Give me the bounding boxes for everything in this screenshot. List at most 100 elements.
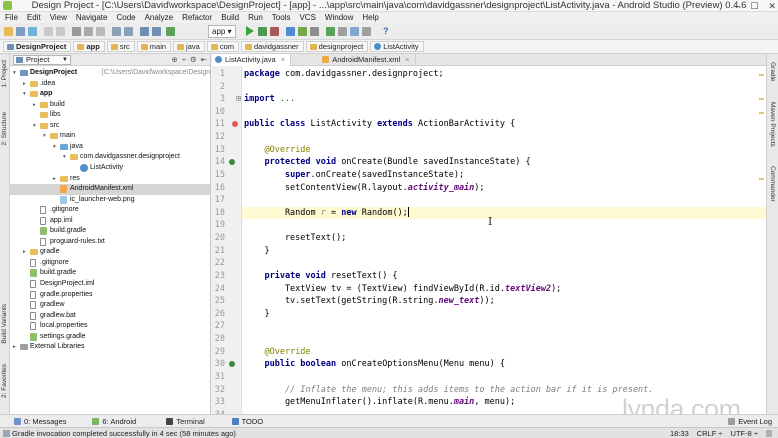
expanded-arrow-icon[interactable]: ▾ [23, 89, 29, 100]
tree-node[interactable]: ▾ main [10, 131, 210, 142]
code-line[interactable]: tv.setText(getString(R.string.new_text))… [244, 295, 495, 308]
code-line[interactable]: protected void onCreate(Bundle savedInst… [244, 156, 530, 169]
file-encoding[interactable]: UTF-8 ÷ [731, 428, 758, 438]
tree-node[interactable]: ▾ com.davidgassner.designproject [10, 152, 210, 163]
collapsed-arrow-icon[interactable]: ▸ [23, 247, 29, 258]
tree-node[interactable]: ListActivity [10, 163, 210, 174]
tree-node[interactable]: ▸ gradle [10, 247, 210, 258]
collapsed-arrow-icon[interactable]: ▸ [23, 79, 29, 90]
menu-code[interactable]: Code [116, 12, 135, 23]
close-button[interactable]: ✕ [768, 0, 776, 12]
breadcrumb-item-java[interactable]: java [173, 41, 205, 52]
code-area[interactable]: 1 package com.davidgassner.designproject;… [212, 66, 766, 414]
tree-node[interactable]: DesignProject.iml [10, 279, 210, 290]
redo-icon[interactable] [56, 27, 65, 36]
collapse-icon[interactable]: ÷ [182, 55, 186, 64]
tree-node[interactable]: ▸ .idea [10, 79, 210, 90]
device-icon[interactable] [350, 27, 359, 36]
code-line[interactable]: public boolean onCreateOptionsMenu(Menu … [244, 358, 505, 371]
run-icon[interactable] [246, 26, 254, 36]
code-line[interactable]: // Inflate the menu; this adds items to … [244, 384, 653, 397]
settings-icon[interactable] [362, 27, 371, 36]
tree-node[interactable]: ▾ src [10, 121, 210, 132]
line-separator[interactable]: CRLF ÷ [697, 428, 723, 438]
menu-analyze[interactable]: Analyze [145, 12, 173, 23]
tree-node[interactable]: ▸ build [10, 100, 210, 111]
gear-icon[interactable]: ⚙ [190, 55, 197, 64]
editor-tab-androidmanifest-xml[interactable]: AndroidManifest.xml × [319, 54, 416, 66]
tree-node[interactable]: ▾ DesignProject (C:\Users\David\workspace… [10, 68, 210, 79]
sdk-manager-icon[interactable] [286, 27, 295, 36]
monitor-icon[interactable] [338, 27, 347, 36]
menu-view[interactable]: View [50, 12, 67, 23]
tree-node[interactable]: local.properties [10, 321, 210, 332]
favorites-tool-tab[interactable]: 2: Favorites [1, 364, 8, 398]
breadcrumb-item-designproject[interactable]: DesignProject [3, 41, 72, 52]
collapsed-arrow-icon[interactable]: ▸ [13, 342, 19, 353]
locate-icon[interactable]: ⊕ [172, 55, 178, 64]
sync-icon[interactable] [28, 27, 37, 36]
tree-node[interactable]: settings.gradle [10, 332, 210, 343]
tree-node[interactable]: ▾ java [10, 142, 210, 153]
back-icon[interactable] [140, 27, 149, 36]
tree-node[interactable]: gradlew.bat [10, 311, 210, 322]
override-marker-icon[interactable] [229, 159, 235, 166]
replace-icon[interactable] [124, 27, 133, 36]
copy-icon[interactable] [84, 27, 93, 36]
avd-manager-icon[interactable] [298, 27, 307, 36]
build-variants-tool-tab[interactable]: Build Variants [1, 304, 8, 344]
menu-build[interactable]: Build [221, 12, 239, 23]
code-line[interactable]: private void resetText() { [244, 270, 397, 283]
lock-icon[interactable] [766, 430, 772, 437]
project-view-selector[interactable]: Project ▼ [13, 55, 71, 65]
caret-position[interactable]: 18:33 [670, 428, 689, 438]
code-line[interactable]: } [244, 245, 269, 258]
maven-projects-tool-tab[interactable]: Maven Projects [769, 102, 776, 147]
menu-navigate[interactable]: Navigate [76, 12, 108, 23]
breadcrumb-item-main[interactable]: main [136, 41, 172, 52]
error-stripe[interactable] [759, 68, 764, 408]
code-line[interactable]: resetText(); [244, 232, 346, 245]
breadcrumb-item-davidgassner[interactable]: davidgassner [240, 41, 304, 52]
code-line[interactable]: TextView tv = (TextView) findViewById(R.… [244, 283, 561, 296]
override-marker-icon[interactable] [229, 361, 235, 368]
stop-icon[interactable] [270, 27, 279, 36]
code-line[interactable]: super.onCreate(savedInstanceState); [244, 169, 464, 182]
menu-file[interactable]: File [5, 12, 18, 23]
forward-icon[interactable] [152, 27, 161, 36]
paste-icon[interactable] [96, 27, 105, 36]
tree-node[interactable]: gradlew [10, 300, 210, 311]
menu-refactor[interactable]: Refactor [182, 12, 212, 23]
project-structure-icon[interactable] [310, 27, 319, 36]
menu-edit[interactable]: Edit [27, 12, 41, 23]
code-line[interactable]: @Override [244, 144, 310, 157]
code-line[interactable]: package com.davidgassner.designproject; [244, 68, 444, 81]
tree-node[interactable]: app.iml [10, 216, 210, 227]
tree-node-selected[interactable]: AndroidManifest.xml [10, 184, 210, 195]
code-line[interactable]: import ... ⊞ [236, 93, 295, 106]
cut-icon[interactable] [72, 27, 81, 36]
save-icon[interactable] [16, 27, 25, 36]
gradle-sync-icon[interactable] [326, 27, 335, 36]
menu-vcs[interactable]: VCS [299, 12, 315, 23]
commander-tool-tab[interactable]: Commander [769, 166, 776, 202]
undo-icon[interactable] [44, 27, 53, 36]
maximize-button[interactable]: ☐ [750, 0, 758, 12]
collapsed-arrow-icon[interactable]: ▸ [53, 174, 59, 185]
tree-node[interactable]: gradle.properties [10, 290, 210, 301]
expanded-arrow-icon[interactable]: ▾ [53, 142, 59, 153]
close-tab-icon[interactable]: × [405, 55, 409, 64]
tree-node[interactable]: proguard-rules.txt [10, 237, 210, 248]
breadcrumb-item-listactivity[interactable]: ListActivity [370, 41, 424, 52]
code-line[interactable]: setContentView(R.layout.activity_main); [244, 182, 485, 195]
tree-node[interactable]: ▸ res [10, 174, 210, 185]
breadcrumb-item-app[interactable]: app [73, 41, 105, 52]
debug-icon[interactable] [258, 27, 267, 36]
expanded-arrow-icon[interactable]: ▾ [13, 68, 19, 79]
tree-node[interactable]: ▸ External Libraries [10, 342, 210, 353]
project-tool-tab[interactable]: 1: Project [1, 60, 8, 87]
code-line[interactable]: Random r = new Random(); [244, 207, 409, 220]
code-line[interactable]: } [244, 308, 269, 321]
editor-tab-listactivity-java[interactable]: ListActivity.java × [212, 54, 292, 66]
tree-node[interactable]: ic_launcher-web.png [10, 195, 210, 206]
